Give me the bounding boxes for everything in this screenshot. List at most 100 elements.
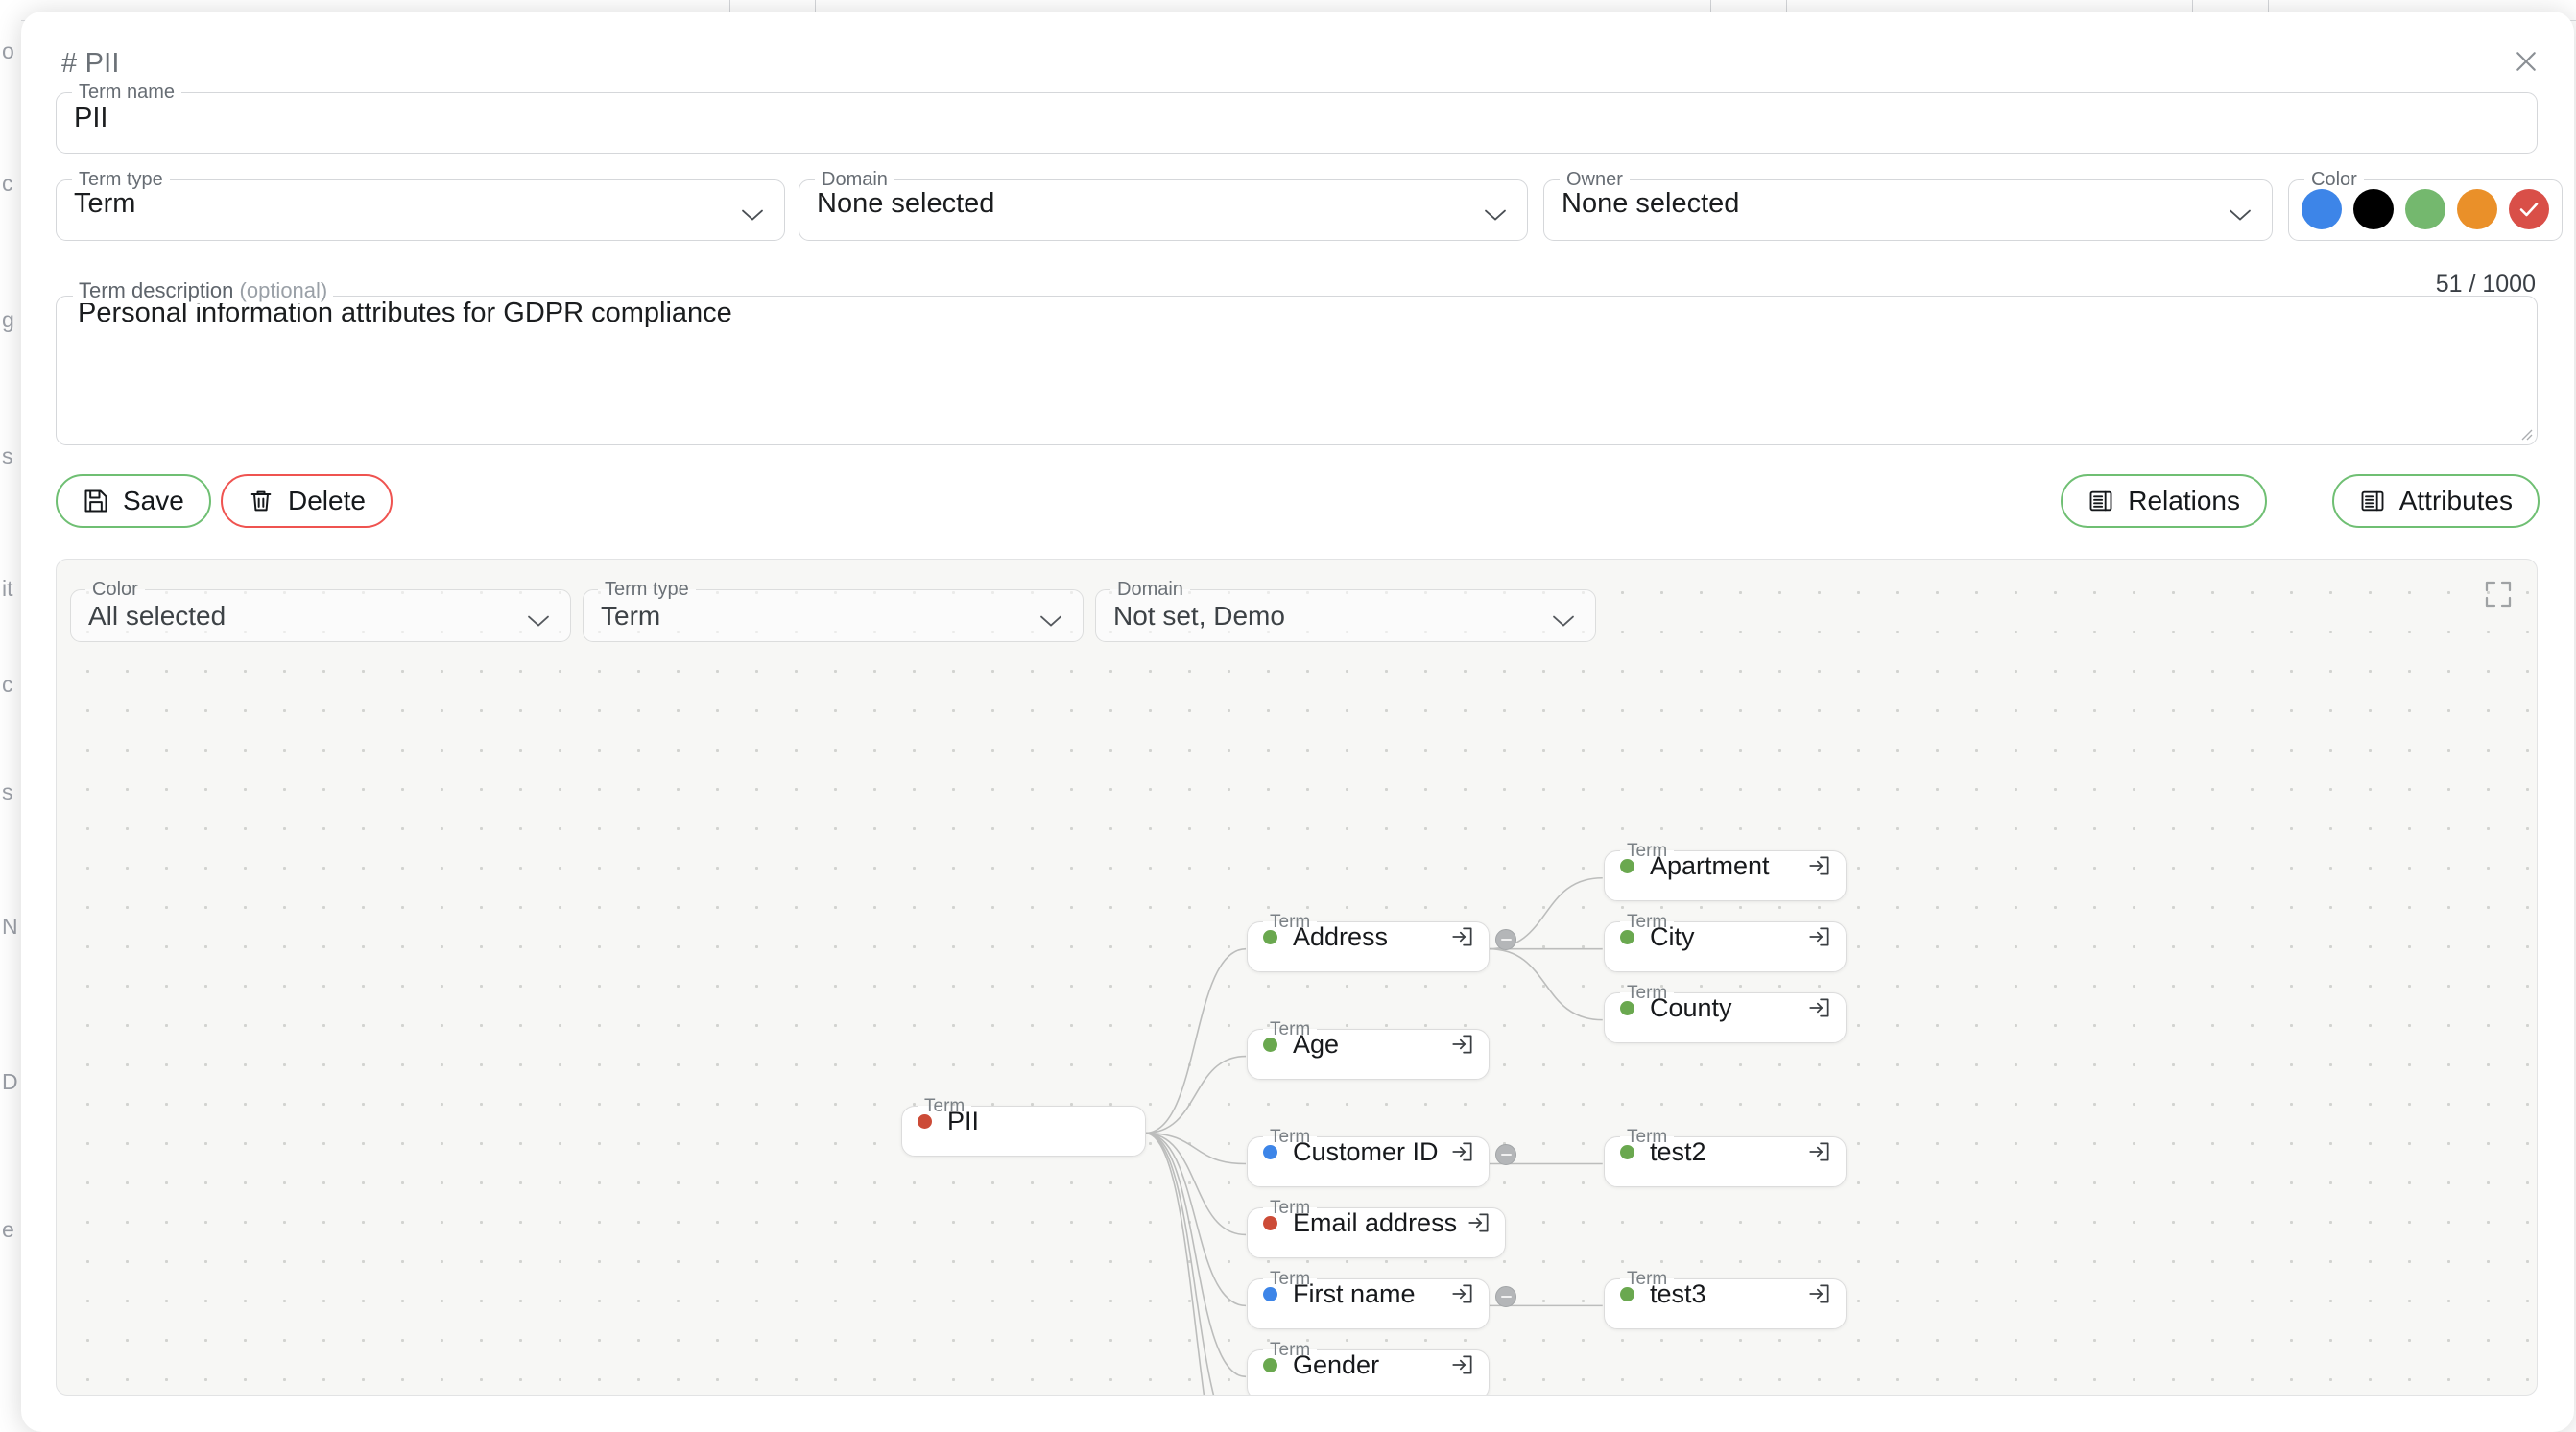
color-swatch-black[interactable] (2353, 189, 2394, 229)
backdrop-left-strip: o c g s it c s N D e (0, 0, 21, 1426)
owner-value: None selected (1544, 189, 2272, 235)
graph-node-label: Gender (1293, 1350, 1441, 1380)
backdrop-ghost-text: g (2, 307, 14, 333)
graph-node-label: Address (1293, 922, 1441, 952)
delete-button-label: Delete (288, 486, 366, 516)
graph-node-body: County (1605, 1002, 1846, 1029)
save-button-label: Save (123, 486, 184, 516)
list-panel-icon (2359, 488, 2386, 514)
graph-node-body: First name (1248, 1288, 1489, 1315)
domain-select[interactable]: Domain None selected (799, 170, 1528, 241)
graph-node-age[interactable]: TermAge (1247, 1020, 1490, 1080)
open-node-icon[interactable] (1450, 1352, 1475, 1377)
color-swatch-orange[interactable] (2457, 189, 2497, 229)
graph-node-body: Customer ID (1248, 1146, 1489, 1173)
relations-button[interactable]: Relations (2061, 474, 2267, 528)
graph-node-label: Customer ID (1293, 1137, 1441, 1167)
term-description-textarea[interactable]: Personal information attributes for GDPR… (56, 296, 2538, 445)
close-icon[interactable] (2505, 40, 2547, 83)
open-node-icon[interactable] (1450, 1139, 1475, 1164)
graph-filter-color-value: All selected (71, 601, 570, 645)
term-name-input[interactable]: PII (57, 102, 2537, 150)
resize-grip-icon[interactable] (2517, 425, 2533, 441)
graph-filter-color-label: Color (85, 579, 145, 601)
color-swatch-blue[interactable] (2302, 189, 2342, 229)
attributes-button[interactable]: Attributes (2332, 474, 2540, 528)
graph-node-address[interactable]: TermAddress (1247, 913, 1490, 972)
open-node-icon[interactable] (1807, 995, 1832, 1020)
graph-node-body: Email address (1248, 1217, 1505, 1244)
graph-node-color-dot (1263, 1287, 1277, 1301)
open-node-icon[interactable] (1450, 1281, 1475, 1306)
backdrop-ghost-text: D (2, 1069, 18, 1095)
save-button[interactable]: Save (56, 474, 211, 528)
graph-node-gender[interactable]: TermGender (1247, 1341, 1490, 1396)
graph-node-body: Gender (1248, 1359, 1489, 1386)
term-type-value: Term (57, 189, 784, 235)
graph-node-firstname[interactable]: TermFirst name (1247, 1270, 1490, 1329)
graph-node-test2[interactable]: Termtest2 (1604, 1128, 1847, 1187)
open-node-icon[interactable] (1807, 924, 1832, 949)
relations-graph-panel[interactable]: TermPIITermAddressTermAgeTermCustomer ID… (56, 559, 2538, 1396)
graph-filter-term-type-label: Term type (598, 579, 696, 601)
collapse-node-handle[interactable] (1495, 1144, 1516, 1165)
fullscreen-expand-icon[interactable] (2477, 573, 2519, 615)
term-detail-dialog: # PII Term name PII Term type Term Domai… (21, 12, 2574, 1432)
floppy-disk-icon (83, 488, 109, 514)
graph-node-color-dot (1263, 930, 1277, 944)
attributes-button-label: Attributes (2399, 486, 2513, 516)
graph-node-email[interactable]: TermEmail address (1247, 1199, 1506, 1258)
graph-node-label: First name (1293, 1279, 1441, 1309)
graph-node-label: City (1650, 922, 1798, 952)
backdrop-ghost-text: c (2, 171, 13, 197)
graph-node-apartment[interactable]: TermApartment (1604, 842, 1847, 901)
list-panel-icon (2087, 488, 2114, 514)
graph-node-customerid[interactable]: TermCustomer ID (1247, 1128, 1490, 1187)
graph-node-color-dot (1620, 1145, 1634, 1159)
term-name-field[interactable]: Term name PII (56, 83, 2538, 154)
graph-node-label: Email address (1293, 1208, 1457, 1238)
collapse-node-handle[interactable] (1495, 929, 1516, 950)
graph-node-color-dot (1620, 1287, 1634, 1301)
graph-node-label: County (1650, 993, 1798, 1023)
term-name-label: Term name (72, 83, 181, 102)
owner-select[interactable]: Owner None selected (1543, 170, 2273, 241)
owner-label: Owner (1560, 170, 1630, 189)
collapse-node-handle[interactable] (1495, 1286, 1516, 1307)
graph-node-test3[interactable]: Termtest3 (1604, 1270, 1847, 1329)
color-swatch-green[interactable] (2405, 189, 2445, 229)
open-node-icon[interactable] (1450, 924, 1475, 949)
delete-button[interactable]: Delete (221, 474, 393, 528)
open-node-icon[interactable] (1450, 1032, 1475, 1057)
open-node-icon[interactable] (1467, 1210, 1491, 1235)
graph-node-label: Age (1293, 1030, 1441, 1060)
graph-node-label: test2 (1650, 1137, 1798, 1167)
graph-filter-domain[interactable]: Domain Not set, Demo (1095, 579, 1596, 642)
term-type-select[interactable]: Term type Term (56, 170, 785, 241)
graph-node-body: City (1605, 931, 1846, 958)
character-counter: 51 / 1000 (2436, 271, 2536, 298)
backdrop-ghost-text: N (2, 914, 18, 940)
graph-node-city[interactable]: TermCity (1604, 913, 1847, 972)
color-picker[interactable]: Color (2288, 170, 2563, 241)
open-node-icon[interactable] (1807, 1139, 1832, 1164)
graph-node-county[interactable]: TermCounty (1604, 984, 1847, 1043)
graph-node-body: test2 (1605, 1146, 1846, 1173)
backdrop-ghost-text: it (2, 576, 13, 602)
graph-filter-term-type[interactable]: Term type Term (583, 579, 1084, 642)
graph-node-pii[interactable]: TermPII (901, 1097, 1146, 1157)
graph-node-label: PII (947, 1107, 1132, 1136)
open-node-icon[interactable] (1807, 1281, 1832, 1306)
graph-nodes-layer: TermPIITermAddressTermAgeTermCustomer ID… (57, 560, 2537, 1395)
graph-node-label: Apartment (1650, 851, 1798, 881)
graph-filter-color[interactable]: Color All selected (70, 579, 571, 642)
open-node-icon[interactable] (1807, 853, 1832, 878)
graph-node-body: Apartment (1605, 860, 1846, 887)
graph-node-label: test3 (1650, 1279, 1798, 1309)
graph-node-color-dot (1263, 1358, 1277, 1372)
graph-filter-term-type-value: Term (584, 601, 1083, 645)
color-swatch-red[interactable] (2509, 189, 2549, 229)
backdrop-ghost-text: e (2, 1217, 14, 1243)
color-swatch-list (2289, 189, 2562, 242)
domain-label: Domain (815, 170, 894, 189)
